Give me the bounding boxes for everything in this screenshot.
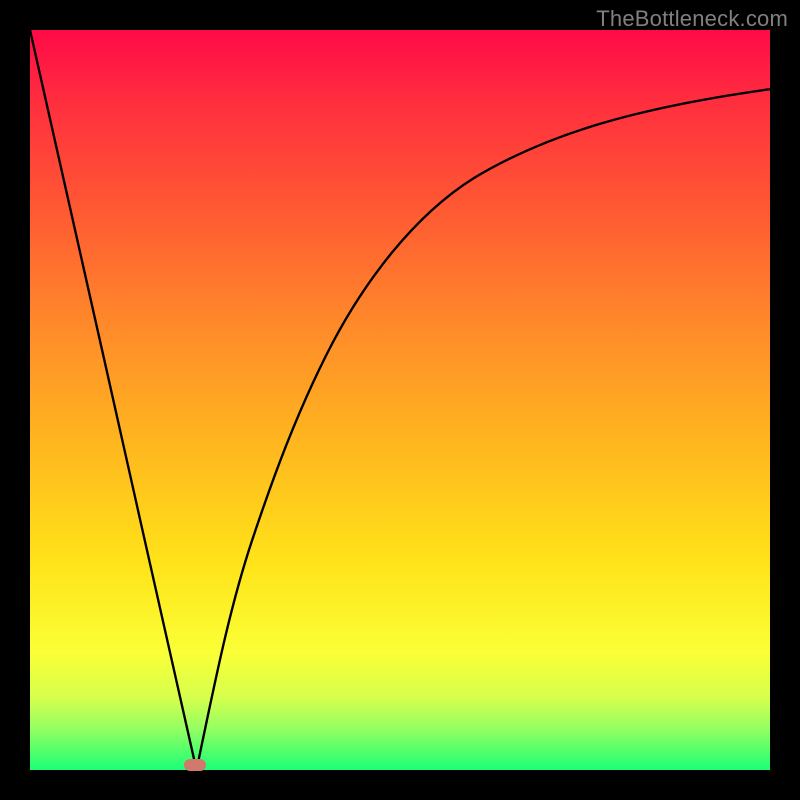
bottleneck-curve-right — [197, 89, 771, 770]
watermark-text: TheBottleneck.com — [596, 6, 788, 32]
bottleneck-curve-left — [30, 30, 197, 770]
chart-frame: TheBottleneck.com — [0, 0, 800, 800]
plot-area — [30, 30, 770, 770]
curve-svg — [30, 30, 770, 770]
optimum-marker — [184, 759, 206, 771]
